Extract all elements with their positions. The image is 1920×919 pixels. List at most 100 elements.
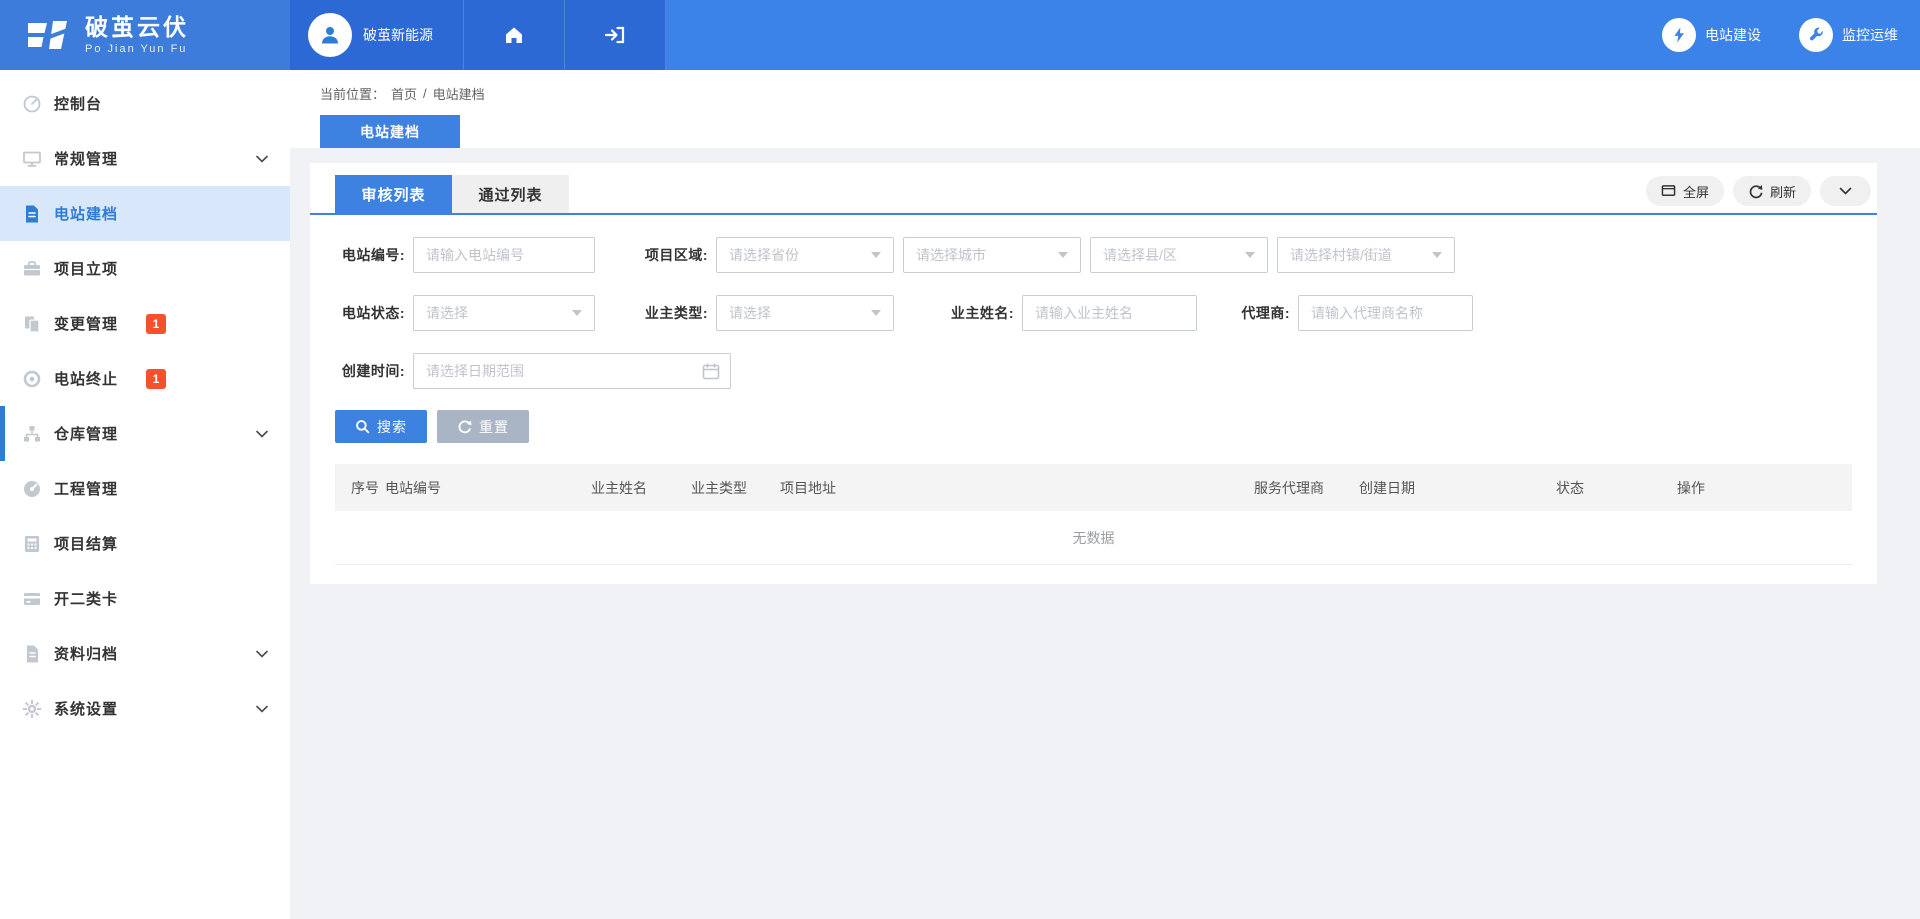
empty-state: 无数据 — [335, 511, 1852, 565]
chevron-down-icon — [256, 430, 268, 438]
col-seq: 序号 — [351, 478, 385, 498]
topbar: 破茧新能源 电站建设 监控运维 — [290, 0, 1920, 70]
col-project-address: 项目地址 — [780, 478, 1254, 498]
search-button[interactable]: 搜索 — [335, 410, 427, 443]
fullscreen-icon — [1661, 184, 1676, 198]
gauge-icon — [21, 478, 43, 500]
panel-actions: 全屏 刷新 — [1646, 176, 1871, 206]
tab-review-list[interactable]: 审核列表 — [335, 175, 452, 213]
sidebar-item-system-settings[interactable]: 系统设置 — [0, 681, 290, 736]
date-range-input[interactable] — [413, 353, 731, 389]
breadcrumb-label: 当前位置： — [320, 84, 385, 103]
sitemap-icon — [21, 423, 43, 445]
breadcrumb-current: 电站建档 — [433, 84, 485, 103]
agent-input[interactable] — [1298, 295, 1473, 331]
reset-icon — [457, 419, 472, 434]
logout-button[interactable] — [565, 0, 666, 70]
collapse-button[interactable] — [1820, 176, 1871, 206]
sidebar: 破茧云伏 Po Jian Yun Fu 控制台 常规管理 — [0, 0, 290, 919]
city-select[interactable]: 请选择城市 — [903, 237, 1081, 273]
owner-name-input[interactable] — [1022, 295, 1197, 331]
owner-type-select[interactable]: 请选择 — [716, 295, 894, 331]
wrench-icon — [1799, 18, 1833, 52]
gear-icon — [21, 698, 43, 720]
col-create-date: 创建日期 — [1359, 478, 1556, 498]
search-icon — [355, 419, 370, 434]
caret-down-icon — [1432, 252, 1442, 258]
topbar-right: 电站建设 监控运维 — [666, 0, 1920, 70]
sidebar-item-station-filing[interactable]: 电站建档 — [0, 186, 290, 241]
caret-down-icon — [871, 310, 881, 316]
fullscreen-button[interactable]: 全屏 — [1646, 176, 1724, 206]
panel-card: 审核列表 通过列表 全屏 刷新 — [310, 163, 1877, 584]
date-range-field — [413, 353, 731, 389]
file-icon — [21, 643, 43, 665]
sidebar-item-engineering-mgmt[interactable]: 工程管理 — [0, 461, 290, 516]
sidebar-item-change-mgmt[interactable]: 变更管理 1 — [0, 296, 290, 351]
home-button[interactable] — [464, 0, 565, 70]
tab-passed-list[interactable]: 通过列表 — [452, 175, 569, 213]
topbar-link-station-build[interactable]: 电站建设 — [1662, 18, 1761, 52]
brand-title: 破茧云伏 — [85, 16, 189, 39]
station-no-label: 电站编号: — [335, 245, 405, 265]
brand-subtitle: Po Jian Yun Fu — [85, 43, 189, 55]
col-service-agent: 服务代理商 — [1254, 478, 1359, 498]
login-arrow-icon — [604, 25, 626, 45]
caret-down-icon — [1058, 252, 1068, 258]
page-header: 当前位置： 首页 / 电站建档 电站建档 — [290, 70, 1920, 148]
filter-buttons: 搜索 重置 — [335, 410, 1852, 443]
breadcrumb: 当前位置： 首页 / 电站建档 — [320, 70, 1920, 103]
caret-down-icon — [572, 310, 582, 316]
user-icon — [318, 23, 342, 47]
topbar-user[interactable]: 破茧新能源 — [290, 0, 464, 70]
calculator-icon — [21, 533, 43, 555]
county-select[interactable]: 请选择县/区 — [1090, 237, 1268, 273]
document-icon — [21, 203, 43, 225]
calendar-icon — [702, 362, 720, 380]
app-root: 破茧云伏 Po Jian Yun Fu 控制台 常规管理 — [0, 0, 1920, 919]
records-table: 序号 电站编号 业主姓名 业主类型 项目地址 服务代理商 创建日期 状态 操作 … — [335, 464, 1852, 565]
copy-icon — [21, 313, 43, 335]
sidebar-item-project-settlement[interactable]: 项目结算 — [0, 516, 290, 571]
station-no-input[interactable] — [413, 237, 595, 273]
province-select[interactable]: 请选择省份 — [716, 237, 894, 273]
main-column: 破茧新能源 电站建设 监控运维 — [290, 0, 1920, 919]
breadcrumb-home[interactable]: 首页 — [391, 84, 417, 103]
chevron-down-icon — [256, 650, 268, 658]
col-actions: 操作 — [1677, 478, 1852, 498]
sidebar-item-project-initiation[interactable]: 项目立项 — [0, 241, 290, 296]
chevron-down-icon — [256, 705, 268, 713]
topbar-link-monitor-ops[interactable]: 监控运维 — [1799, 18, 1898, 52]
target-icon — [21, 368, 43, 390]
panel-tabs: 审核列表 通过列表 全屏 刷新 — [310, 163, 1877, 215]
col-owner-type: 业主类型 — [691, 478, 780, 498]
station-status-select[interactable]: 请选择 — [413, 295, 595, 331]
col-owner-name: 业主姓名 — [591, 478, 691, 498]
filter-row-3: 创建时间: — [335, 353, 1852, 389]
sidebar-item-open-class2-card[interactable]: 开二类卡 — [0, 571, 290, 626]
filter-row-1: 电站编号: 项目区域: 请选择省份 请选择城市 请选择县/区 — [335, 237, 1852, 273]
sidebar-item-general-mgmt[interactable]: 常规管理 — [0, 131, 290, 186]
station-termination-badge: 1 — [146, 369, 166, 389]
dashboard-icon — [21, 93, 43, 115]
refresh-icon — [1748, 184, 1763, 199]
owner-type-label: 业主类型: — [633, 303, 708, 323]
sidebar-item-console[interactable]: 控制台 — [0, 76, 290, 131]
col-station-no: 电站编号 — [385, 478, 591, 498]
sidebar-item-station-termination[interactable]: 电站终止 1 — [0, 351, 290, 406]
briefcase-icon — [21, 258, 43, 280]
brand-logo[interactable]: 破茧云伏 Po Jian Yun Fu — [0, 0, 290, 70]
sidebar-menu: 控制台 常规管理 电站建档 项 — [0, 70, 290, 919]
page-tab-station-filing[interactable]: 电站建档 — [320, 115, 460, 148]
sidebar-item-warehouse-mgmt[interactable]: 仓库管理 — [0, 406, 290, 461]
town-select[interactable]: 请选择村镇/街道 — [1277, 237, 1455, 273]
reset-button[interactable]: 重置 — [437, 410, 529, 443]
caret-down-icon — [1245, 252, 1255, 258]
sidebar-item-data-archive[interactable]: 资料归档 — [0, 626, 290, 681]
region-label: 项目区域: — [633, 245, 708, 265]
change-mgmt-badge: 1 — [146, 314, 166, 334]
refresh-button[interactable]: 刷新 — [1733, 176, 1811, 206]
col-status: 状态 — [1556, 478, 1677, 498]
table-header-row: 序号 电站编号 业主姓名 业主类型 项目地址 服务代理商 创建日期 状态 操作 — [335, 464, 1852, 511]
agent-label: 代理商: — [1230, 303, 1290, 323]
